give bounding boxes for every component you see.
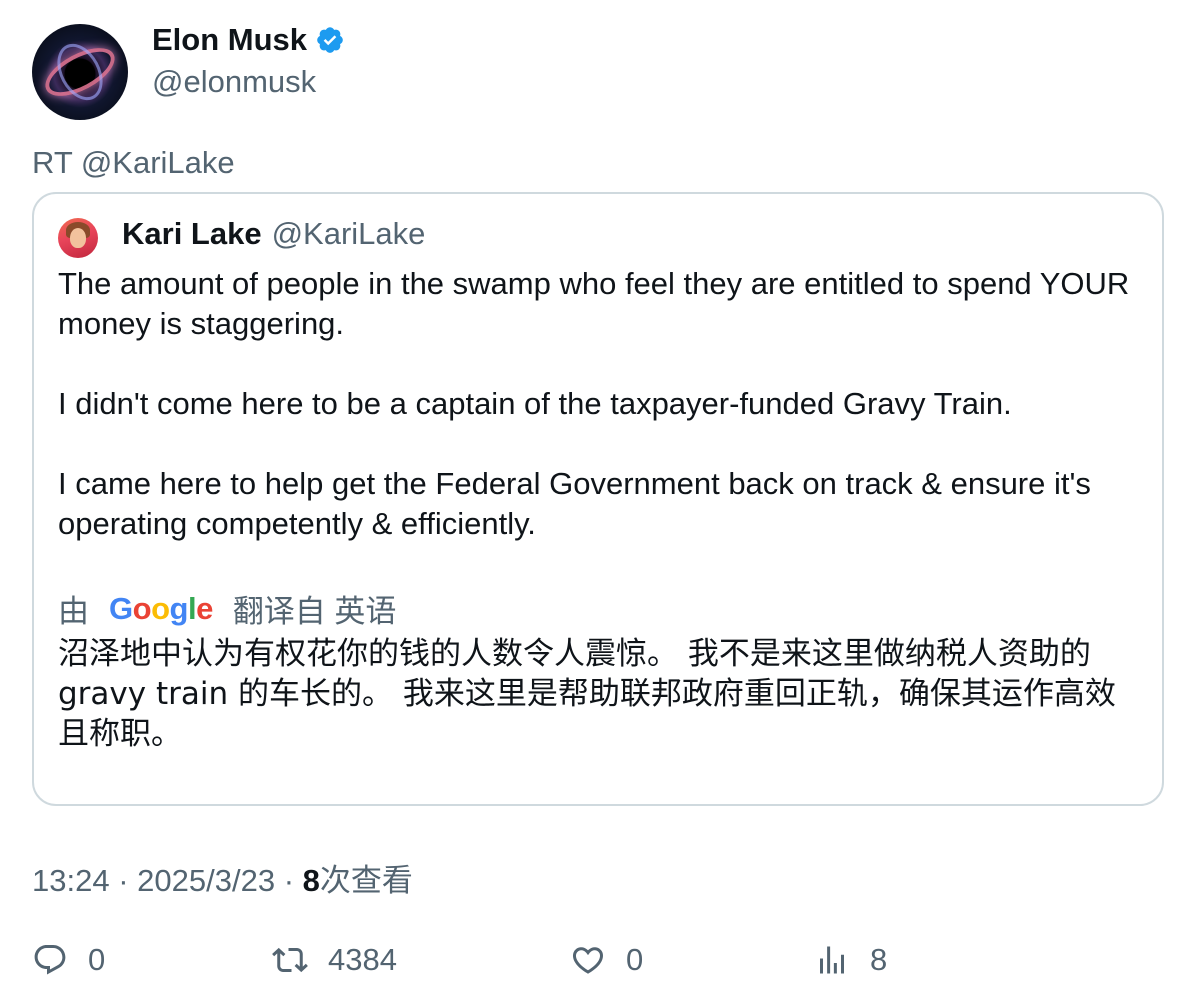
tweet-meta: 13:24 · 2025/3/23 · 8次查看	[32, 855, 413, 900]
translation-prefix: 由	[58, 594, 89, 629]
quoted-author-display-name[interactable]: Kari Lake	[122, 216, 262, 252]
like-button[interactable]: 0	[570, 938, 643, 982]
google-logo: Google	[109, 590, 213, 626]
like-count: 0	[626, 942, 644, 977]
quoted-tweet-card[interactable]: Kari Lake @KariLake The amount of people…	[32, 192, 1164, 806]
quoted-tweet-text: The amount of people in the swamp who fe…	[58, 264, 1138, 544]
views-action-count: 8	[870, 942, 888, 977]
avatar-face-decoration	[70, 228, 86, 248]
quoted-paragraph: The amount of people in the swamp who fe…	[58, 266, 1130, 341]
author-handle[interactable]: @elonmusk	[152, 64, 316, 100]
views-label: 次查看	[319, 863, 413, 898]
author-avatar[interactable]	[32, 24, 128, 120]
verified-badge-icon[interactable]	[315, 25, 345, 55]
quoted-paragraph: I came here to help get the Federal Gove…	[58, 466, 1091, 541]
meta-separator: ·	[118, 863, 129, 898]
translation-suffix: 翻译自 英语	[232, 594, 397, 629]
like-icon	[572, 947, 604, 974]
quoted-paragraph: I didn't come here to be a captain of th…	[58, 386, 1012, 421]
reply-icon	[34, 945, 66, 975]
views-count: 8	[302, 863, 320, 898]
tweet-actions-bar: 0 4384 0 8	[32, 938, 1164, 982]
tweet-time[interactable]: 13:24	[32, 863, 110, 898]
tweet-date[interactable]: 2025/3/23	[137, 863, 275, 898]
retweet-count: 4384	[328, 942, 397, 977]
retweet-text: RT @KariLake	[32, 145, 235, 180]
meta-separator: ·	[283, 863, 295, 898]
retweet-button[interactable]: 4384	[272, 938, 397, 982]
quoted-author-handle[interactable]: @KariLake	[272, 216, 426, 252]
views-icon	[820, 946, 844, 974]
retweet-icon	[272, 947, 308, 973]
reply-count: 0	[88, 942, 106, 977]
avatar-core-decoration	[69, 61, 91, 83]
translated-text: 沼泽地中认为有权花你的钱的人数令人震惊。 我不是来这里做纳税人资助的 gravy…	[58, 636, 1116, 752]
quoted-author-row: Kari Lake @KariLake	[122, 216, 425, 252]
author-name-row: Elon Musk	[152, 22, 345, 58]
quoted-author-avatar[interactable]	[58, 218, 98, 258]
translation-attribution: 由 Google 翻译自 英语	[58, 586, 396, 631]
views-button[interactable]: 8	[814, 938, 887, 982]
author-display-name[interactable]: Elon Musk	[152, 22, 307, 58]
reply-button[interactable]: 0	[32, 938, 105, 982]
